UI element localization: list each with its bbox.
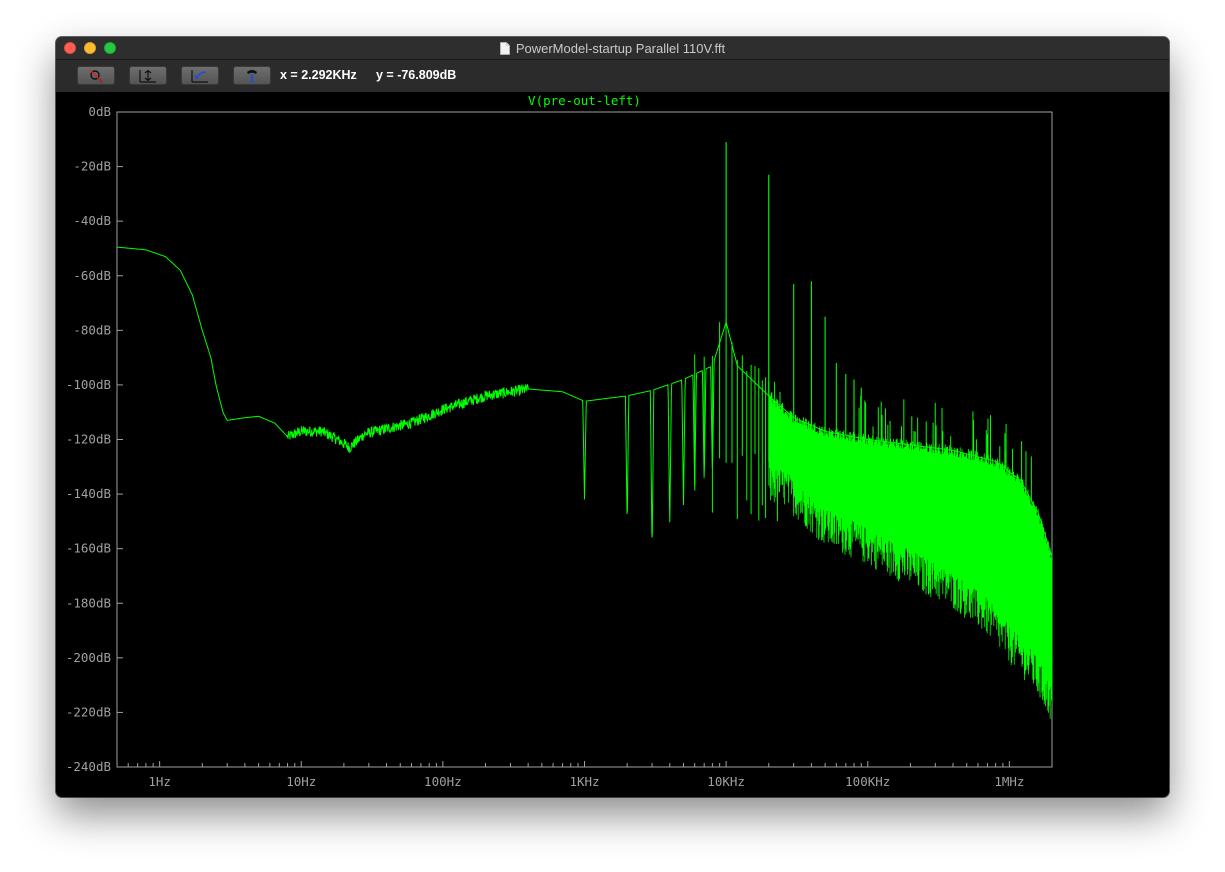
- y-tick-label: -40dB: [73, 213, 111, 228]
- trace-label[interactable]: V(pre-out-left): [528, 93, 641, 108]
- fft-plot[interactable]: V(pre-out-left) 0dB -20dB -40dB -60dB -80dB -1…: [56, 92, 1169, 797]
- y-tick-label: -80dB: [73, 322, 111, 337]
- probe-icon: [247, 69, 257, 83]
- magnifier-cancel-icon: [89, 69, 103, 83]
- zoom-back-icon: [191, 69, 208, 83]
- y-tick-label: 0dB: [88, 104, 111, 119]
- x-tick-label: 100Hz: [424, 774, 462, 789]
- y-tick-label: -20dB: [73, 159, 111, 174]
- x-tick-label: 1KHz: [569, 774, 599, 789]
- zoom-back-button[interactable]: [181, 66, 219, 85]
- y-tick-label: -60dB: [73, 268, 111, 283]
- cursor-y-readout: y = -76.809dB: [376, 68, 457, 82]
- document-icon: [500, 41, 510, 55]
- x-tick-label: 10Hz: [286, 774, 316, 789]
- waveform-window: PowerModel-startup Parallel 110V.fft x =…: [56, 37, 1169, 797]
- cursor-x-readout: x = 2.292KHz: [280, 68, 357, 82]
- x-tick-label: 100KHz: [845, 774, 890, 789]
- toolbar: x = 2.292KHz y = -76.809dB: [56, 60, 1169, 92]
- y-tick-label: -120dB: [66, 432, 111, 447]
- x-tick-label: 1Hz: [148, 774, 171, 789]
- y-tick-label: -140dB: [66, 486, 111, 501]
- zoom-cancel-button[interactable]: [77, 66, 115, 85]
- title-bar[interactable]: PowerModel-startup Parallel 110V.fft: [56, 37, 1169, 60]
- window-title: PowerModel-startup Parallel 110V.fft: [515, 40, 726, 56]
- noise-band: [768, 393, 1053, 719]
- y-tick-label: -180dB: [66, 595, 111, 610]
- harmonic-comb: [694, 318, 781, 521]
- probe-button[interactable]: [233, 66, 271, 85]
- y-tick-label: -220dB: [66, 704, 111, 719]
- y-tick-label: -160dB: [66, 541, 111, 556]
- y-tick-label: -200dB: [66, 650, 111, 665]
- x-tick-label: 1MHz: [994, 774, 1024, 789]
- y-tick-label: -240dB: [66, 759, 111, 774]
- autorange-button[interactable]: [129, 66, 167, 85]
- x-tick-label: 10KHz: [707, 774, 745, 789]
- autorange-icon: [139, 69, 156, 83]
- y-tick-label: -100dB: [66, 377, 111, 392]
